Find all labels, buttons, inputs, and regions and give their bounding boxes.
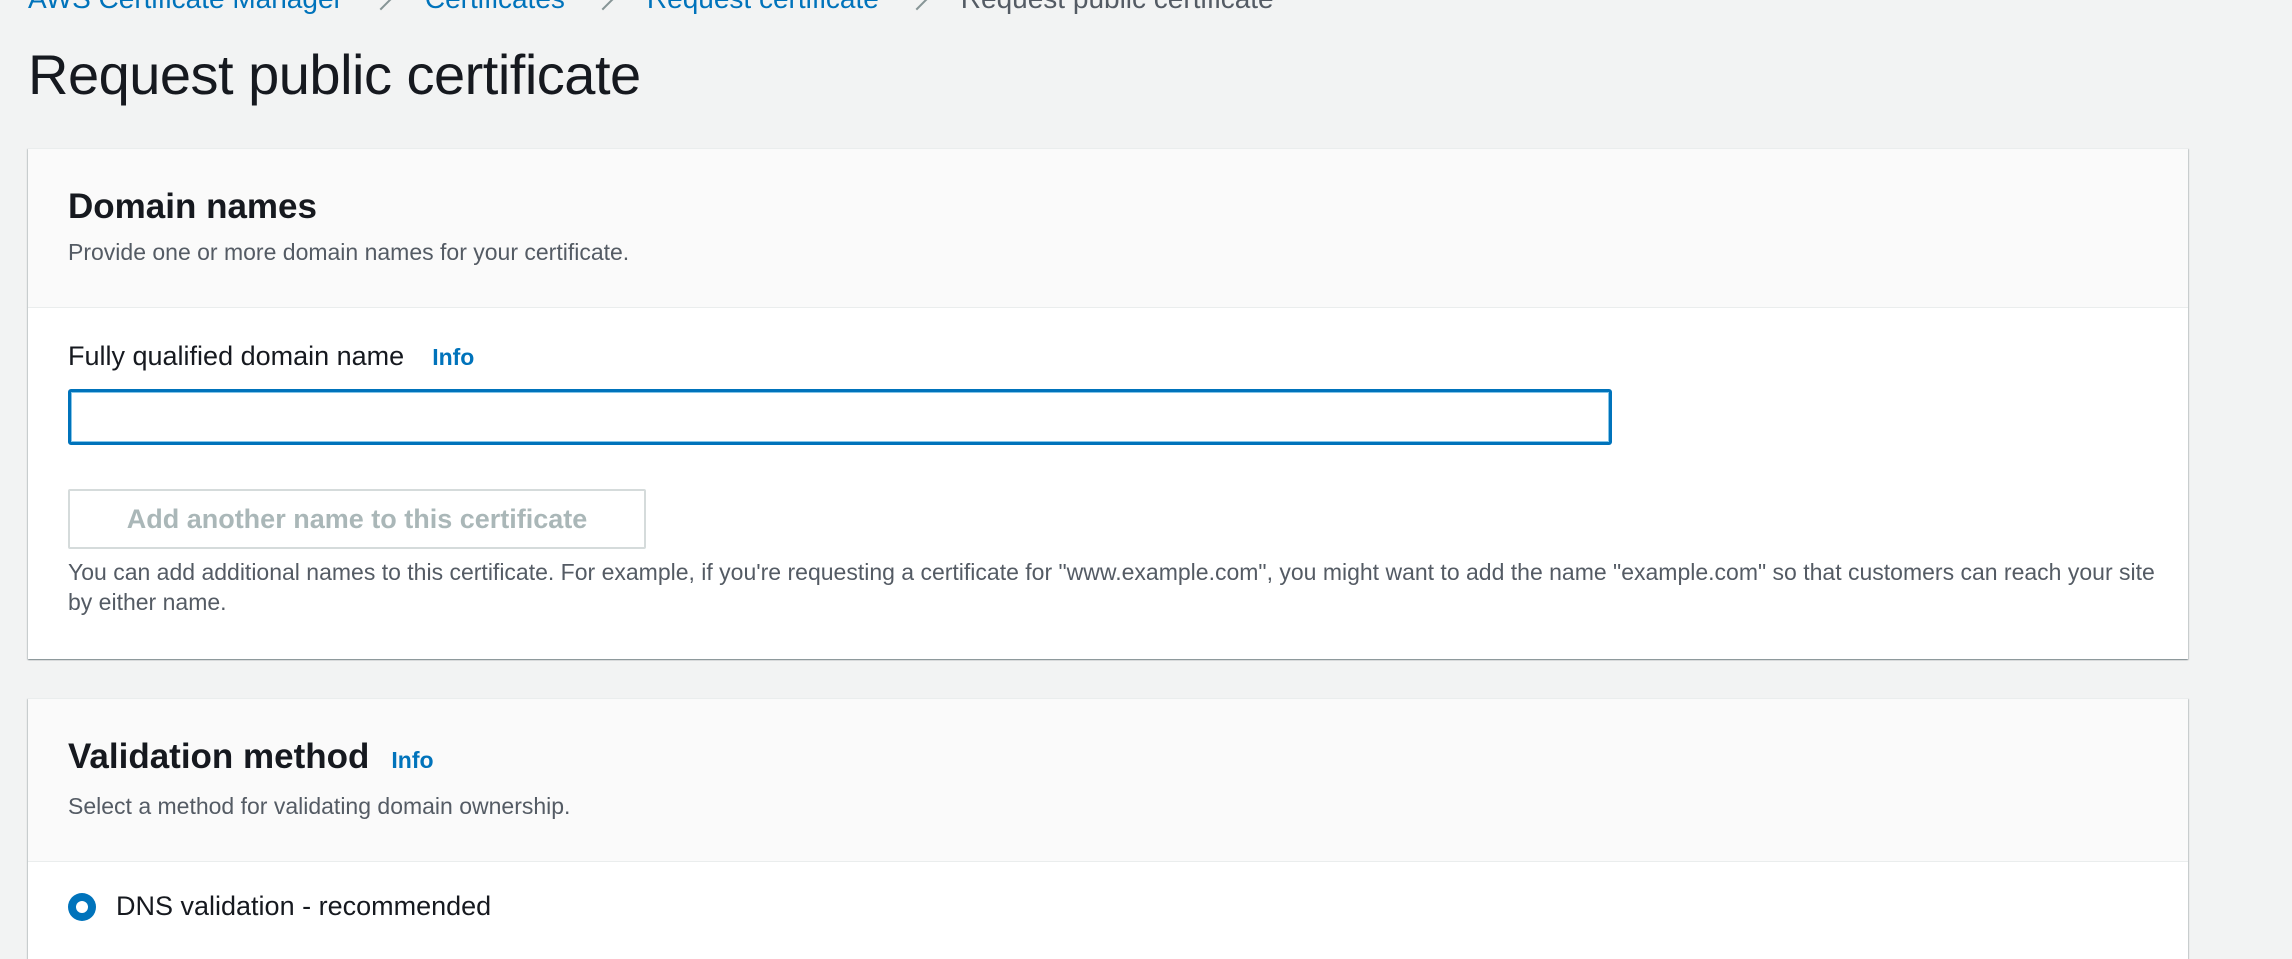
breadcrumb-link-certificates[interactable]: Certificates [425,0,565,15]
domain-names-title-text: Domain names [68,187,317,226]
chevron-right-icon [905,0,929,11]
validation-method-container: Validation method Info Select a method f… [28,698,2188,959]
dns-validation-label: DNS validation - recommended [116,891,492,921]
validation-method-title: Validation method Info [68,737,434,777]
radio-selected-icon[interactable] [68,892,96,921]
validation-method-title-text: Validation method [68,737,370,776]
add-name-constraint-text: You can add additional names to this cer… [68,559,2155,615]
fqdn-info-link[interactable]: Info [432,344,474,371]
fqdn-label: Fully qualified domain name [68,341,405,371]
domain-names-title: Domain names [68,187,317,227]
breadcrumb-link-request-certificate[interactable]: Request certificate [647,0,879,15]
radio-dot-icon [76,900,88,913]
fqdn-input[interactable] [68,389,1612,445]
validation-method-header: Validation method Info Select a method f… [28,699,2188,862]
validation-method-description: Select a method for validating domain ow… [68,793,571,819]
fqdn-label-row: Fully qualified domain name Info [68,341,474,372]
page-title: Request public certificate [28,43,641,106]
breadcrumb-current: Request public certificate [961,0,1274,15]
chevron-right-icon [591,0,615,11]
breadcrumb-link-acm[interactable]: AWS Certificate Manager [28,0,343,15]
domain-names-header: Domain names Provide one or more domain … [28,149,2188,308]
domain-names-container: Domain names Provide one or more domain … [28,148,2188,659]
domain-names-description: Provide one or more domain names for you… [68,239,630,265]
validation-method-info-link[interactable]: Info [391,747,433,774]
chevron-right-icon [369,0,393,11]
breadcrumb: AWS Certificate Manager Certificates Req… [28,0,1274,14]
add-another-name-button[interactable]: Add another name to this certificate [68,489,646,549]
dns-validation-option[interactable]: DNS validation - recommended [68,891,491,922]
